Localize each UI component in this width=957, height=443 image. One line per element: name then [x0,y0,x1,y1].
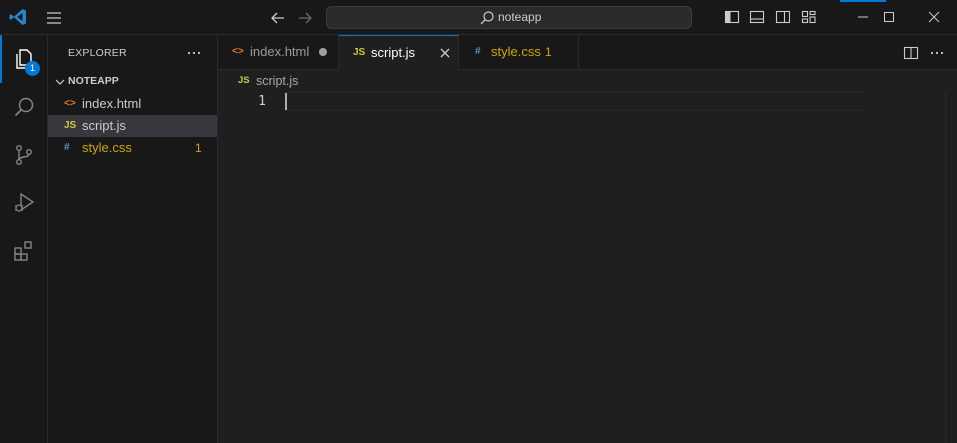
tab-label: index.html [250,44,310,59]
command-center-search[interactable]: noteapp [326,6,692,29]
line-number: 1 [258,94,266,109]
more-actions-icon[interactable] [929,45,945,61]
tab-style-css[interactable]: # style.css 1 [459,35,579,70]
forward-arrow-icon[interactable] [295,8,315,28]
toggle-secondary-sidebar-icon[interactable] [775,9,791,25]
js-file-icon: JS [238,75,250,86]
css-file-icon: # [64,142,70,153]
file-name: style.css [82,140,132,155]
chevron-down-icon [55,79,65,85]
text-cursor [285,93,287,110]
sidebar-title: EXPLORER [68,47,127,59]
toggle-panel-icon[interactable] [749,9,765,25]
split-editor-icon[interactable] [903,45,919,61]
toggle-primary-sidebar-icon[interactable] [724,9,740,25]
activity-run-debug[interactable] [0,179,48,227]
more-actions-icon[interactable] [186,45,202,61]
run-debug-icon [15,192,35,212]
vscode-window: noteapp 1 EXPLORER NOTEAPP <> index.html… [0,0,957,443]
tab-script-js[interactable]: JS script.js [339,35,459,70]
close-window-button[interactable] [911,0,957,34]
breadcrumb-file[interactable]: script.js [256,74,298,88]
problem-count-badge: 1 [195,141,202,155]
explorer-sidebar: EXPLORER NOTEAPP <> index.html JS script… [48,35,218,443]
maximize-button[interactable] [866,0,912,34]
js-file-icon: JS [64,120,77,131]
back-arrow-icon[interactable] [268,8,288,28]
explorer-badge: 1 [25,61,40,76]
maximize-icon [884,12,894,22]
tab-label: script.js [371,45,416,60]
breadcrumb: JS script.js [218,70,957,92]
hamburger-menu-icon[interactable] [44,8,64,28]
file-index-html[interactable]: <> index.html [48,93,217,115]
command-center-text: noteapp [498,10,542,24]
file-script-js[interactable]: JS script.js [48,115,217,137]
activity-source-control[interactable] [0,131,48,179]
activity-extensions[interactable] [0,227,48,275]
minimap-border [945,92,946,443]
activity-search[interactable] [0,83,48,131]
search-icon [14,97,34,117]
html-file-icon: <> [232,46,244,57]
activity-explorer[interactable]: 1 [0,35,48,83]
file-name: script.js [82,118,127,133]
tab-index-html[interactable]: <> index.html [218,35,339,70]
folder-noteapp[interactable]: NOTEAPP [48,71,218,93]
close-icon [928,11,940,23]
title-bar: noteapp [0,0,957,35]
tab-label: style.css [491,44,541,59]
unsaved-dot-icon[interactable] [319,48,327,56]
source-control-icon [15,145,32,166]
css-file-icon: # [475,46,481,57]
activity-bar: 1 [0,35,48,443]
search-icon [480,11,494,25]
file-style-css[interactable]: # style.css 1 [48,137,217,159]
extensions-icon [14,241,32,261]
active-indicator [0,35,2,83]
js-file-icon: JS [353,47,366,58]
customize-layout-icon[interactable] [801,9,817,25]
editor-tab-bar: <> index.html JS script.js # style.css 1 [218,35,957,70]
vscode-logo-icon [9,9,26,25]
current-line-highlight [284,92,864,111]
problem-count-badge: 1 [545,45,552,59]
file-name: index.html [82,96,142,111]
code-editor[interactable]: 1 [218,92,957,443]
folder-name: NOTEAPP [68,75,119,87]
close-icon[interactable] [438,46,452,60]
html-file-icon: <> [64,98,76,109]
